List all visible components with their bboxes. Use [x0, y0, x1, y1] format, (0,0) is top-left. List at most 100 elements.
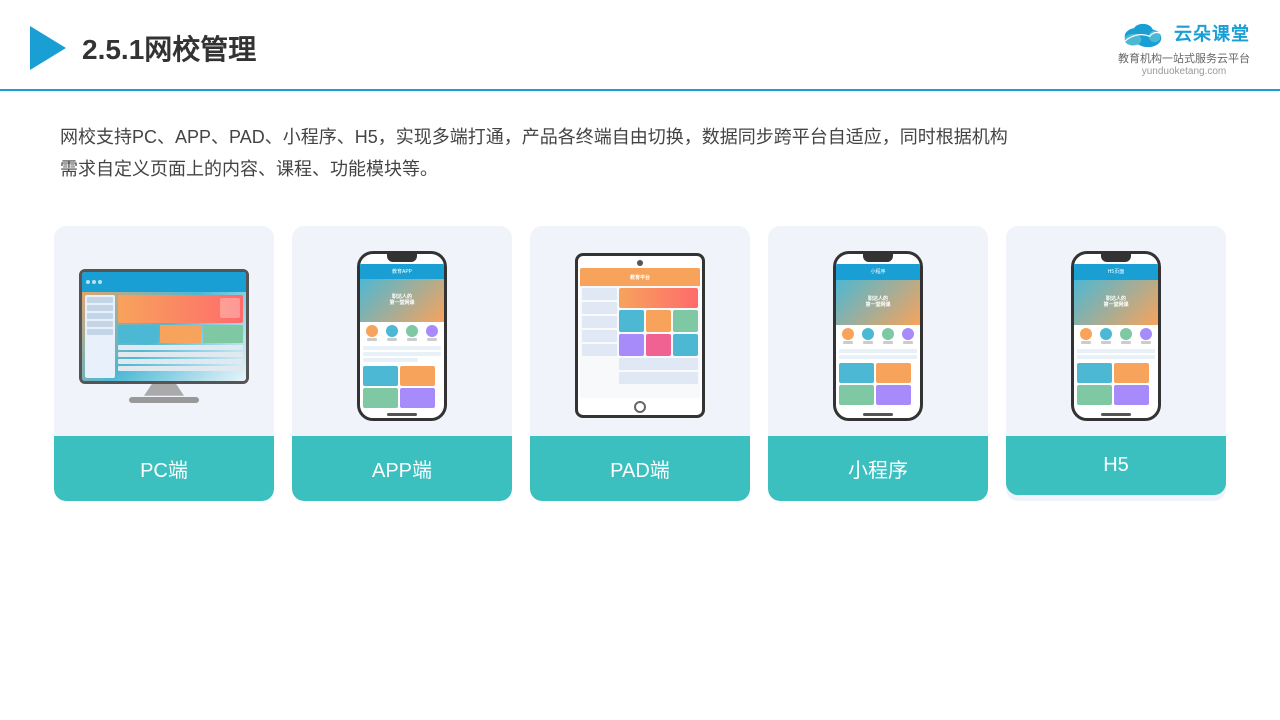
logo-url: yunduoketang.com: [1142, 66, 1227, 77]
mini-card-2: [160, 325, 200, 343]
card-miniprogram-image: 小程序 职达人的第一堂网课: [768, 226, 988, 436]
h5-icon-3: [1120, 328, 1132, 344]
phone-h5: H5页面 职达人的第一堂网课: [1071, 251, 1161, 421]
monitor-dot-2: [92, 280, 96, 284]
mini-row-2: [839, 355, 917, 359]
icon-circle-2: [386, 325, 398, 337]
h5-card-2: [1114, 363, 1149, 383]
icon-label-2: [387, 338, 397, 341]
phone-banner-text-h5: 职达人的第一堂网课: [1103, 296, 1128, 309]
phone-header-mini: 小程序: [836, 264, 920, 280]
tablet-content: [580, 286, 700, 398]
mini-card-g-2: [876, 363, 911, 383]
tablet-card-2: [646, 310, 671, 332]
sidebar-mock-4: [87, 321, 113, 327]
h5-circle-1: [1080, 328, 1092, 340]
h5-label-2: [1101, 341, 1111, 344]
phone-screen-app: 教育APP 职达人的第一堂网课: [360, 264, 444, 410]
mini-card-g-4: [876, 385, 911, 405]
card-pad-image: 教育平台: [530, 226, 750, 436]
description-line1: 网校支持PC、APP、PAD、小程序、H5，实现多端打通，产品各终端自由切换，数…: [60, 121, 1220, 153]
icon-circle-3: [406, 325, 418, 337]
phone-icons-row-app: [360, 322, 444, 344]
cards-section: PC端 教育APP 职达人的第一堂网课: [0, 196, 1280, 501]
phone-header-text-app: 教育APP: [392, 268, 412, 275]
h5-circle-4: [1140, 328, 1152, 340]
h5-icon-1: [1080, 328, 1092, 344]
icon-label-3: [407, 338, 417, 341]
phone-screen-h5: H5页面 职达人的第一堂网课: [1074, 264, 1158, 410]
mini-card-g-3: [839, 385, 874, 405]
tablet-header-text: 教育平台: [630, 274, 650, 281]
mini-row-4: [118, 366, 243, 371]
page-title: 2.5.1网校管理: [82, 28, 256, 68]
card-app-label: APP端: [292, 436, 512, 501]
mini-circle-4: [902, 328, 914, 340]
phone-home-bar-h5: [1101, 413, 1131, 416]
tablet-left-4: [582, 330, 617, 342]
logo-text: 云朵课堂: [1174, 20, 1250, 46]
tablet-card-6: [673, 334, 698, 356]
phone-mini-1: [363, 366, 398, 386]
tablet-row-1: [619, 358, 698, 370]
phone-content-mini: [836, 347, 920, 361]
mini-circle-2: [862, 328, 874, 340]
h5-label-3: [1121, 341, 1131, 344]
tablet-card-1: [619, 310, 644, 332]
monitor-body: [79, 269, 249, 384]
phone-row-1: [363, 346, 441, 350]
logo-area: 云朵课堂 教育机构一站式服务云平台 yunduoketang.com: [1118, 18, 1250, 77]
phone-notch-h5: [1101, 254, 1131, 262]
tablet-screen: 教育平台: [580, 268, 700, 398]
phone-icon-1: [366, 325, 378, 341]
sidebar-mock-3: [87, 313, 113, 319]
mini-icon-2: [862, 328, 874, 344]
monitor-screen: [82, 272, 246, 381]
monitor-dot-3: [98, 280, 102, 284]
tablet-home-btn: [634, 401, 646, 413]
phone-cards-app: [360, 364, 444, 410]
phone-cards-h5: [1074, 361, 1158, 407]
card-h5-label: H5: [1006, 436, 1226, 495]
phone-icons-row-h5: [1074, 325, 1158, 347]
pc-monitor: [79, 269, 249, 403]
tablet-cards-row-2: [619, 334, 698, 356]
phone-banner-h5: 职达人的第一堂网课: [1074, 280, 1158, 325]
mini-icon-3: [882, 328, 894, 344]
mini-card-1: [118, 325, 158, 343]
h5-icon-4: [1140, 328, 1152, 344]
icon-circle-4: [426, 325, 438, 337]
header-left: 2.5.1网校管理: [30, 26, 256, 70]
mini-card-3: [203, 325, 243, 343]
phone-content-h5: [1074, 347, 1158, 361]
sidebar-mock-1: [87, 297, 113, 303]
card-pad: 教育平台: [530, 226, 750, 501]
mini-row-2: [118, 352, 243, 357]
card-app: 教育APP 职达人的第一堂网课: [292, 226, 512, 501]
phone-header-app: 教育APP: [360, 264, 444, 279]
phone-icon-4: [426, 325, 438, 341]
h5-circle-2: [1100, 328, 1112, 340]
h5-icon-2: [1100, 328, 1112, 344]
description: 网校支持PC、APP、PAD、小程序、H5，实现多端打通，产品各终端自由切换，数…: [0, 91, 1280, 196]
h5-card-3: [1077, 385, 1112, 405]
phone-app: 教育APP 职达人的第一堂网课: [357, 251, 447, 421]
tablet-left-2: [582, 302, 617, 314]
card-miniprogram-label: 小程序: [768, 436, 988, 501]
mini-row-3: [118, 359, 243, 364]
card-pc: PC端: [54, 226, 274, 501]
logo-cloud: 云朵课堂: [1118, 18, 1250, 48]
mini-label-2: [863, 341, 873, 344]
phone-banner-app: 职达人的第一堂网课: [360, 279, 444, 322]
phone-home-bar-mini: [863, 413, 893, 416]
mini-circle-1: [842, 328, 854, 340]
mini-row-1: [839, 349, 917, 353]
phone-row-2: [363, 352, 441, 356]
tablet-cards-row-1: [619, 310, 698, 332]
phone-banner-mini: 职达人的第一堂网课: [836, 280, 920, 325]
sidebar-mock-2: [87, 305, 113, 311]
icon-label-4: [427, 338, 437, 341]
monitor-main: [118, 295, 243, 378]
mini-label-3: [883, 341, 893, 344]
tablet-header: 教育平台: [580, 268, 700, 286]
